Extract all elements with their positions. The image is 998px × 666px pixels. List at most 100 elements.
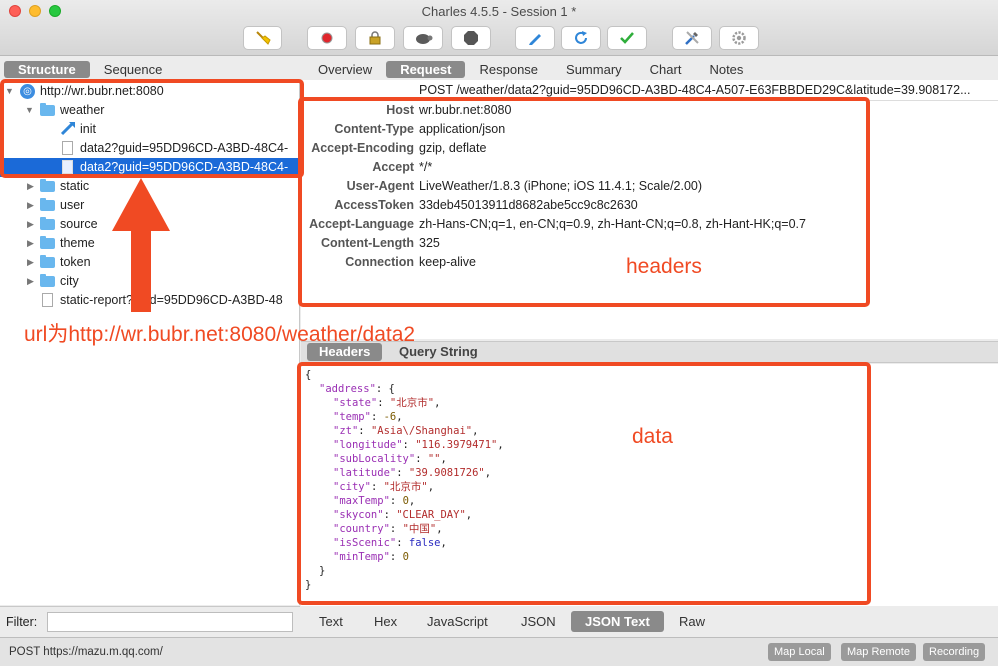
tree-item-label: weather [60,103,105,117]
refresh-icon [573,30,589,46]
folder-icon [40,103,55,116]
annotation-arrow-icon [112,178,170,312]
map-local-button[interactable]: Map Local [768,643,831,661]
throttle-button[interactable] [403,26,443,50]
header-value: keep-alive [419,255,476,269]
json-line: "skycon": "CLEAR_DAY", [333,509,473,521]
tools-icon [683,29,701,47]
collapsed-triangle-icon[interactable]: ▶ [27,253,34,272]
compose-button[interactable] [515,26,555,50]
header-row: Accept-Encoding gzip, deflate [301,139,998,158]
tools-button[interactable] [672,26,712,50]
document-icon [62,160,73,174]
header-key: Connection [345,255,414,269]
map-remote-button[interactable]: Map Remote [841,643,916,661]
header-key: Host [386,103,414,117]
json-line: "address": { [319,383,395,395]
json-line: "minTemp": 0 [333,551,409,563]
validate-button[interactable] [607,26,647,50]
json-body-view[interactable]: {"address": {"state": "北京市", "temp": -6, "… [301,364,998,606]
repeat-button[interactable] [561,26,601,50]
collapsed-triangle-icon[interactable]: ▶ [27,272,34,291]
header-key: Accept-Encoding [311,141,414,155]
settings-button[interactable] [719,26,759,50]
breakpoints-button[interactable] [451,26,491,50]
folder-icon [40,255,55,268]
tab-notes[interactable]: Notes [695,61,757,78]
tab-response[interactable]: Response [465,61,552,78]
tree-host-row[interactable]: ▼ ◎ http://wr.bubr.net:8080 [0,82,300,101]
tree-item-label: city [60,274,79,288]
header-key: Content-Length [320,236,414,250]
ssl-proxy-button[interactable] [355,26,395,50]
collapsed-triangle-icon[interactable]: ▶ [27,177,34,196]
tree-item-weather[interactable]: ▼ weather [0,101,300,120]
document-icon [62,141,73,155]
right-tab-bar: Overview Request Response Summary Chart … [304,60,757,79]
broom-icon [254,29,272,47]
tab-javascript[interactable]: JavaScript [413,611,502,632]
tree-item-label: data2?guid=95DD96CD-A3BD-48C4- [80,160,289,174]
left-tab-bar: Structure Sequence [4,60,176,79]
collapsed-triangle-icon[interactable]: ▶ [27,196,34,215]
json-line: "subLocality": "", [333,453,447,465]
header-key: Accept [372,160,414,174]
tab-json-text[interactable]: JSON Text [571,611,664,632]
tab-structure[interactable]: Structure [4,61,90,78]
header-key: User-Agent [346,179,414,193]
tree-item-init[interactable]: init [0,120,300,139]
tree-item-data2-selected[interactable]: data2?guid=95DD96CD-A3BD-48C4- [0,158,300,177]
header-row: AccessToken 33deb45013911d8682abe5cc9c8c2… [301,196,998,215]
header-value: wr.bubr.net:8080 [419,103,512,117]
body-format-tab-bar: Text Hex JavaScript JSON JSON Text Raw [301,610,998,634]
folder-icon [40,198,55,211]
collapsed-triangle-icon[interactable]: ▶ [27,215,34,234]
folder-icon [40,217,55,230]
filter-label: Filter: [6,615,38,629]
tree-host-label: http://wr.bubr.net:8080 [40,84,164,98]
header-key: Accept-Language [309,217,414,231]
json-line: "longitude": "116.3979471", [333,439,504,451]
header-value: 33deb45013911d8682abe5cc9c8c2630 [419,198,638,212]
tab-summary[interactable]: Summary [552,61,636,78]
header-value: LiveWeather/1.8.3 (iPhone; iOS 11.4.1; S… [419,179,703,193]
tree-item-data2-first[interactable]: data2?guid=95DD96CD-A3BD-48C4- [0,139,300,158]
json-line: "maxTemp": 0, [333,495,416,507]
tree-item-label: token [60,255,91,269]
tab-text[interactable]: Text [305,611,357,632]
tab-overview[interactable]: Overview [304,61,386,78]
status-text: POST https://mazu.m.qq.com/ [9,646,163,658]
json-line: "temp": -6, [333,411,403,423]
document-icon [42,293,53,307]
request-line: POST /weather/data2?guid=95DD96CD-A3BD-4… [301,80,998,101]
record-button[interactable] [307,26,347,50]
window-title: Charles 4.5.5 - Session 1 * [421,4,577,19]
tab-request[interactable]: Request [386,61,466,78]
tab-json[interactable]: JSON [507,611,570,632]
annotation-headers-label: headers [626,255,702,278]
tab-hex[interactable]: Hex [360,611,411,632]
expanded-triangle-icon[interactable]: ▼ [5,82,14,101]
tree-item-label: init [80,122,96,136]
header-value: application/json [419,122,506,136]
json-line: "state": "北京市", [333,397,441,409]
tree-item-label: user [60,198,85,212]
collapsed-triangle-icon[interactable]: ▶ [27,234,34,253]
gear-icon [731,30,747,46]
tree-item-label: static [60,179,90,193]
tab-sequence[interactable]: Sequence [90,61,177,78]
pen-icon [527,30,543,46]
header-key: Content-Type [334,122,414,136]
tab-raw[interactable]: Raw [665,611,719,632]
filter-input[interactable] [47,612,293,632]
expanded-triangle-icon[interactable]: ▼ [25,101,34,120]
clear-session-button[interactable] [243,26,282,50]
globe-icon: ◎ [20,84,35,99]
header-row: User-Agent LiveWeather/1.8.3 (iPhone; iOS… [301,177,998,196]
folder-icon [40,179,55,192]
recording-button[interactable]: Recording [923,643,986,661]
tab-chart[interactable]: Chart [636,61,696,78]
status-bar: POST https://mazu.m.qq.com/ Map Local Ma… [0,637,998,666]
annotation-url-label: url为http://wr.bubr.net:8080/weather/data… [24,323,416,346]
tree-item-label: source [60,217,98,231]
